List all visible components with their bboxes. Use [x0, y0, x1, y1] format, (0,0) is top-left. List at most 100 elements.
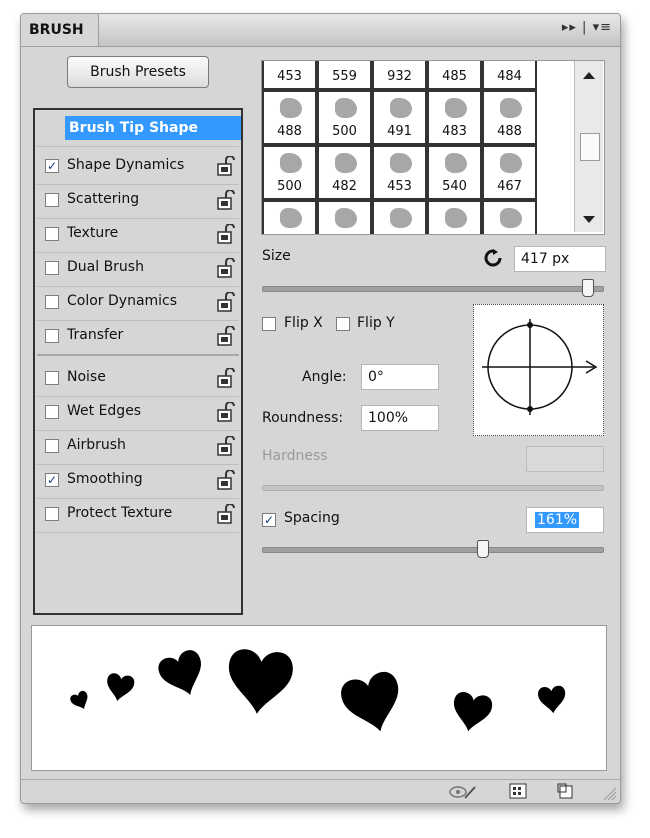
brush-tip-thumbnail [390, 98, 412, 118]
option-row-protect-texture[interactable]: Protect Texture [37, 498, 239, 533]
size-slider[interactable] [262, 286, 604, 292]
spacing-slider[interactable] [262, 547, 604, 553]
scroll-up-icon[interactable] [583, 71, 595, 79]
brush-tip-cell[interactable]: 540 [427, 145, 482, 200]
size-slider-knob[interactable] [582, 279, 595, 297]
option-row-shape-dynamics[interactable]: ✓ Shape Dynamics [37, 150, 239, 185]
brush-tip-cell[interactable]: 467 [482, 145, 537, 200]
brush-tip-cell[interactable]: 491 [372, 90, 427, 145]
brush-tip-thumbnail [280, 153, 302, 173]
brush-tip-cell[interactable] [427, 200, 482, 234]
stroke-preview [31, 625, 607, 771]
option-checkbox[interactable] [45, 329, 59, 343]
option-checkbox[interactable] [45, 295, 59, 309]
option-row-dual-brush[interactable]: Dual Brush [37, 252, 239, 287]
lock-icon[interactable] [217, 292, 235, 312]
option-checkbox[interactable] [45, 371, 59, 385]
panel-menu-icon[interactable]: ▸▸ | ▾≡ [562, 20, 612, 35]
lock-icon[interactable] [217, 368, 235, 388]
option-checkbox[interactable]: ✓ [45, 473, 59, 487]
scroll-down-icon[interactable] [583, 216, 595, 224]
brush-size-label: 453 [277, 69, 302, 84]
lock-icon[interactable] [217, 504, 235, 524]
brush-tip-thumbnail [280, 98, 302, 118]
option-checkbox[interactable]: ✓ [45, 159, 59, 173]
lock-icon[interactable] [217, 190, 235, 210]
option-row-transfer[interactable]: Transfer [37, 320, 239, 356]
option-label: Texture [67, 225, 119, 241]
size-field[interactable]: 417 px [514, 246, 606, 272]
grid-icon[interactable] [509, 783, 527, 799]
brush-tip-thumbnail [445, 153, 467, 173]
lock-icon[interactable] [217, 224, 235, 244]
spacing-slider-knob[interactable] [477, 540, 489, 558]
option-label: Wet Edges [67, 403, 142, 419]
spacing-field[interactable]: 161% [526, 507, 604, 533]
hardness-field [526, 446, 604, 472]
option-row-texture[interactable]: Texture [37, 218, 239, 253]
brush-tip-cell[interactable]: 483 [427, 90, 482, 145]
brush-size-label: 540 [442, 179, 467, 194]
lock-icon[interactable] [217, 156, 235, 176]
brush-tip-cell[interactable] [262, 200, 317, 234]
spacing-checkbox[interactable]: ✓ [262, 513, 276, 527]
new-brush-icon[interactable] [557, 783, 575, 799]
lock-icon[interactable] [217, 326, 235, 346]
option-checkbox[interactable] [45, 261, 59, 275]
grid-scrollbar[interactable] [574, 61, 603, 232]
toggle-live-tip-icon[interactable] [449, 784, 477, 800]
scroll-thumb[interactable] [580, 133, 600, 161]
brush-tip-cell[interactable]: 484 [482, 61, 537, 90]
lock-icon[interactable] [217, 258, 235, 278]
brush-tip-cell[interactable] [317, 200, 372, 234]
angle-field[interactable]: 0° [361, 364, 439, 390]
brush-presets-button[interactable]: Brush Presets [67, 56, 209, 88]
panel-footer [21, 779, 620, 803]
brush-tip-cell[interactable]: 559 [317, 61, 372, 90]
brush-tip-cell[interactable]: 500 [262, 145, 317, 200]
reset-size-icon[interactable] [484, 249, 502, 267]
option-row-brush-tip-shape[interactable]: Brush Tip Shape [37, 110, 241, 147]
brush-tip-cell[interactable] [372, 200, 427, 234]
resize-grip-icon[interactable] [603, 787, 617, 801]
brush-angle-diagram[interactable] [474, 305, 603, 435]
lock-icon[interactable] [217, 470, 235, 490]
option-row-airbrush[interactable]: Airbrush [37, 430, 239, 465]
option-label: Protect Texture [67, 505, 173, 521]
title-bar: BRUSH ▸▸ | ▾≡ [21, 14, 620, 47]
option-row-smoothing[interactable]: ✓ Smoothing [37, 464, 239, 499]
flip-x-checkbox[interactable] [262, 317, 276, 331]
brush-size-label: 500 [277, 179, 302, 194]
tab-brush[interactable]: BRUSH [21, 14, 99, 46]
option-row-wet-edges[interactable]: Wet Edges [37, 396, 239, 431]
lock-icon[interactable] [217, 436, 235, 456]
brush-tip-cell[interactable]: 488 [262, 90, 317, 145]
option-row-noise[interactable]: Noise [37, 362, 239, 397]
option-checkbox[interactable] [45, 193, 59, 207]
brush-tip-grid[interactable]: 453 559 932 485 484 488 500 491 483 488 500 482 453 5… [261, 60, 605, 235]
brush-size-label: 482 [332, 179, 357, 194]
brush-tip-cell[interactable]: 485 [427, 61, 482, 90]
brush-tip-shape-label[interactable]: Brush Tip Shape [65, 116, 241, 140]
option-checkbox[interactable] [45, 227, 59, 241]
flip-y-checkbox[interactable] [336, 317, 350, 331]
option-checkbox[interactable] [45, 405, 59, 419]
brush-tip-cell[interactable]: 932 [372, 61, 427, 90]
option-checkbox[interactable] [45, 439, 59, 453]
spacing-label: Spacing [284, 510, 340, 526]
brush-tip-cell[interactable]: 500 [317, 90, 372, 145]
option-label: Noise [67, 369, 106, 385]
brush-tip-cell[interactable]: 488 [482, 90, 537, 145]
brush-tip-cell[interactable]: 482 [317, 145, 372, 200]
option-label: Color Dynamics [67, 293, 178, 309]
brush-tip-cell[interactable] [482, 200, 537, 234]
brush-tip-cell[interactable]: 453 [372, 145, 427, 200]
brush-tip-cell[interactable]: 453 [262, 61, 317, 90]
option-checkbox[interactable] [45, 507, 59, 521]
lock-icon[interactable] [217, 402, 235, 422]
brush-panel: BRUSH ▸▸ | ▾≡ Brush Presets Brush Tip Sh… [20, 13, 621, 804]
option-row-scattering[interactable]: Scattering [37, 184, 239, 219]
roundness-field[interactable]: 100% [361, 405, 439, 431]
angle-roundness-widget[interactable] [473, 304, 604, 436]
option-row-color-dynamics[interactable]: Color Dynamics [37, 286, 239, 321]
